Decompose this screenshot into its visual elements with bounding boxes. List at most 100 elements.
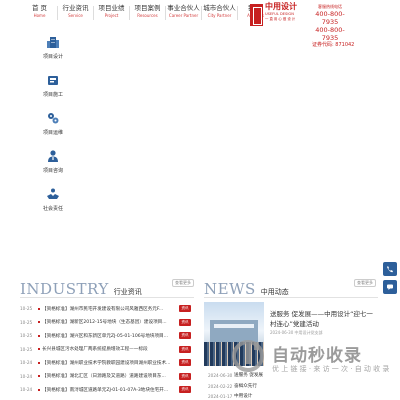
item-tag: 资讯 bbox=[179, 359, 191, 367]
item-tag: 资讯 bbox=[179, 318, 191, 326]
industry-divider bbox=[20, 297, 194, 298]
nav-sublabel: Career Partner bbox=[168, 13, 199, 18]
nav-sublabel: Project bbox=[104, 13, 119, 18]
hands-icon bbox=[47, 188, 59, 199]
nav-label: 行业资讯 bbox=[62, 4, 89, 12]
phone-icon bbox=[387, 266, 393, 273]
service-item-operations[interactable]: 项目运维 bbox=[38, 108, 68, 146]
service-label: 项目设计 bbox=[42, 54, 63, 60]
news-item-title[interactable]: 奋楫众先行 bbox=[234, 383, 257, 389]
service-item-construction[interactable]: 项目施工 bbox=[38, 70, 68, 108]
news-title-cn: 中用动态 bbox=[260, 288, 289, 296]
news-more-button[interactable]: 查看更多 bbox=[354, 279, 376, 287]
float-phone-button[interactable] bbox=[383, 262, 397, 276]
list-item[interactable]: 10-24 【资格标准】湖北汇区（日源路及又道路）道路建设项目东... 资讯 bbox=[20, 370, 192, 384]
nav-industry[interactable]: 行业资讯 Service bbox=[58, 4, 93, 20]
item-date: 10-25 bbox=[20, 333, 33, 339]
nav-label: 事业合伙人 bbox=[167, 4, 200, 12]
watermark-title: 自动秒收录 bbox=[272, 346, 362, 366]
watermark-subtitle: 优 上 链 接 · 来 访 一 次 · 自 动 收 录 bbox=[272, 365, 390, 373]
nav-label: 项目案例 bbox=[134, 4, 161, 12]
item-title: 【资格标准】湖兴区和东新区单元ZJ-05-01-106号地块项目... bbox=[42, 333, 169, 339]
list-item[interactable]: 10-24 【资格标准】南浔城区道路单元ZJ-01-01-07A-3地块住宅开.… bbox=[20, 383, 192, 397]
list-item[interactable]: 10-25 【资格标准】湖兴区和东新区单元ZJ-05-01-106号地块项目..… bbox=[20, 329, 192, 343]
gears-icon bbox=[48, 113, 59, 124]
list-item[interactable]: 10-24 【资格标准】湖州职业技术学院教职园建设项目湖州职业技术... 资讯 bbox=[20, 356, 192, 370]
item-tag: 资讯 bbox=[179, 305, 191, 313]
item-tag: 资讯 bbox=[179, 332, 191, 340]
item-title: 长兴县城区污水处理厂两系统提质增效工程—一标段 bbox=[42, 347, 148, 353]
contact-block: 客服热线电话 400-800-7935 400-800-7935 证券代码: 8… bbox=[312, 4, 355, 49]
construction-icon bbox=[48, 76, 58, 85]
logo-name: 中用设计 bbox=[265, 2, 297, 11]
watermark-logo-icon bbox=[232, 340, 264, 372]
item-date: 10-25 bbox=[20, 306, 33, 312]
item-date: 10-25 bbox=[20, 346, 33, 352]
industry-title-cn: 行业资讯 bbox=[113, 288, 142, 296]
company-logo[interactable]: 中用设计 USEFUL DESIGN 一 直 用 心 做 设 计 bbox=[250, 2, 298, 28]
logo-slogan: 一 直 用 心 做 设 计 bbox=[265, 17, 296, 21]
service-label: 项目咨询 bbox=[42, 168, 63, 174]
news-section-title: NEWS 中用动态 bbox=[204, 280, 289, 298]
news-item-date: 2024-02-22 bbox=[208, 384, 233, 389]
main-nav: 首 页 Home 行业资讯 Service 项目业绩 Project 项目案例 … bbox=[22, 4, 273, 20]
nav-city-partner[interactable]: 城市合伙人 City Partner bbox=[202, 4, 237, 20]
nav-label: 首 页 bbox=[31, 4, 48, 12]
industry-news-list: 10-25 【资格标准】湖州市民宅开发建设有限公司风雅西区务元F... 资讯 1… bbox=[20, 302, 192, 397]
service-item-social-responsibility[interactable]: 社会责任 bbox=[38, 184, 68, 222]
chat-icon bbox=[387, 284, 393, 290]
service-item-design[interactable]: 项目设计 bbox=[38, 32, 68, 70]
logo-mark-icon bbox=[250, 4, 263, 26]
news-headline[interactable]: 送服务 促发展——中用设计“迎七一 村连心”党建活动 bbox=[270, 309, 378, 329]
bullet-icon bbox=[38, 375, 40, 378]
item-title: 【资格标准】湖新区2012-15号地块（生态基因）建设项目... bbox=[42, 320, 167, 326]
item-title: 【资格标准】南浔城区道路单元ZJ-01-01-07A-3地块住宅开... bbox=[42, 387, 169, 393]
nav-home[interactable]: 首 页 Home bbox=[22, 4, 57, 20]
service-label: 项目运维 bbox=[42, 130, 63, 136]
industry-title-en: INDUSTRY bbox=[20, 280, 109, 298]
news-headline-meta: 2024-06-30 中用设计党支部 bbox=[270, 330, 323, 335]
logo-text: 中用设计 USEFUL DESIGN 一 直 用 心 做 设 计 bbox=[265, 2, 297, 28]
item-tag: 资讯 bbox=[179, 386, 191, 394]
stock-code: 证券代码: 871042 bbox=[312, 42, 355, 48]
industry-section-title: INDUSTRY 行业资讯 bbox=[20, 280, 142, 298]
news-item-date: 2024-06-30 bbox=[208, 373, 233, 378]
bullet-icon bbox=[38, 348, 40, 351]
news-item-date: 2024-01-17 bbox=[208, 394, 233, 399]
page-root: 首 页 Home 行业资讯 Service 项目业绩 Project 项目案例 … bbox=[0, 0, 400, 400]
list-item[interactable]: 10-25 【资格标准】湖新区2012-15号地块（生态基因）建设项目... 资… bbox=[20, 316, 192, 330]
nav-label: 城市合伙人 bbox=[203, 4, 236, 12]
bullet-icon bbox=[38, 321, 40, 324]
service-item-consulting[interactable]: 项目咨询 bbox=[38, 146, 68, 184]
float-service-button[interactable] bbox=[383, 280, 397, 294]
photo-building bbox=[210, 320, 258, 342]
nav-sublabel: Service bbox=[68, 13, 83, 18]
nav-sublabel: Home bbox=[33, 13, 46, 18]
nav-projects[interactable]: 项目业绩 Project bbox=[94, 4, 129, 20]
watermark: 自动秒收录 优 上 链 接 · 来 访 一 次 · 自 动 收 录 bbox=[232, 340, 390, 374]
nav-career-partner[interactable]: 事业合伙人 Career Partner bbox=[166, 4, 201, 20]
building-icon bbox=[47, 37, 59, 48]
nav-sublabel: Resources bbox=[137, 13, 158, 18]
item-title: 【资格标准】湖州职业技术学院教职园建设项目湖州职业技术... bbox=[42, 360, 171, 366]
hotline-phone-secondary[interactable]: 400-800-7935 bbox=[312, 26, 348, 42]
nav-cases[interactable]: 项目案例 Resources bbox=[130, 4, 165, 20]
news-item-title[interactable]: 中用设计 bbox=[234, 393, 252, 399]
item-tag: 资讯 bbox=[179, 372, 191, 380]
item-date: 10-24 bbox=[20, 360, 33, 366]
bullet-icon bbox=[38, 307, 40, 310]
item-title: 【资格标准】湖州市民宅开发建设有限公司风雅西区务元F... bbox=[42, 306, 164, 312]
service-label: 项目施工 bbox=[42, 92, 63, 98]
bullet-icon bbox=[38, 388, 40, 391]
nav-sublabel: City Partner bbox=[207, 13, 232, 18]
news-divider bbox=[204, 297, 378, 298]
service-label: 社会责任 bbox=[42, 206, 63, 212]
hotline-phone[interactable]: 400-800-7935 bbox=[312, 10, 348, 26]
item-tag: 资讯 bbox=[179, 345, 191, 353]
industry-more-button[interactable]: 查看更多 bbox=[172, 279, 194, 287]
item-date: 10-25 bbox=[20, 319, 33, 325]
list-item[interactable]: 10-25 长兴县城区污水处理厂两系统提质增效工程—一标段 资讯 bbox=[20, 343, 192, 357]
bullet-icon bbox=[38, 334, 40, 337]
item-date: 10-24 bbox=[20, 387, 33, 393]
list-item[interactable]: 10-25 【资格标准】湖州市民宅开发建设有限公司风雅西区务元F... 资讯 bbox=[20, 302, 192, 316]
